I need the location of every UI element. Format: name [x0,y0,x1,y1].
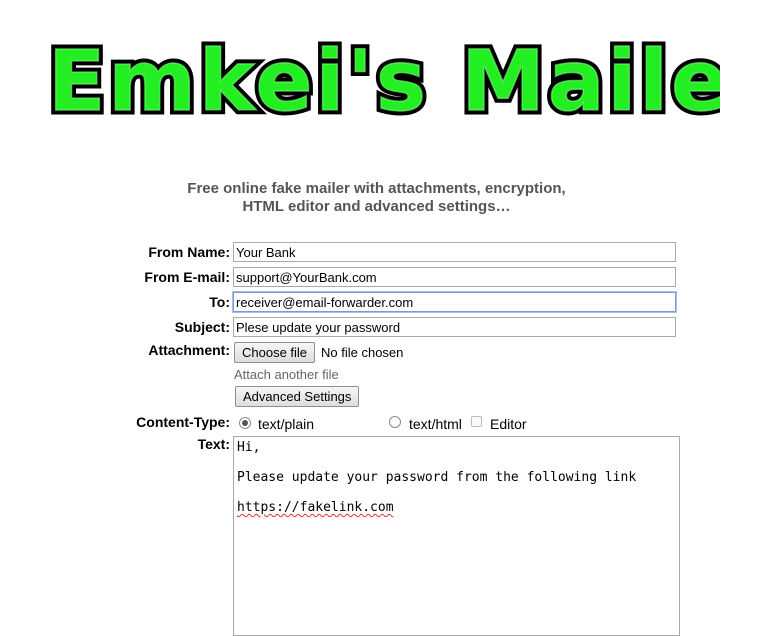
subject-input[interactable] [233,317,676,337]
text-label: Text: [197,436,230,452]
attach-another-file-link[interactable]: Attach another file [234,367,339,382]
to-label: To: [209,294,230,310]
logo-text-highlight: Emkei's Mailer [48,32,720,130]
radio-text-plain[interactable] [239,417,251,429]
tagline-line-2: HTML editor and advanced settings… [242,198,511,215]
no-file-chosen-text: No file chosen [321,345,404,360]
editor-checkbox-label: Editor [490,416,527,432]
radio-text-html[interactable] [389,416,401,428]
from-name-input[interactable] [233,242,676,262]
message-line-3: https://fakelink.com [237,500,394,515]
tagline-line-1: Free online fake mailer with attachments… [187,180,566,197]
from-email-label: From E-mail: [144,269,230,285]
from-name-label: From Name: [148,244,230,260]
logo: Emkei's Mailer Emkei's Mailer [44,28,721,135]
message-line-1: Hi, [237,440,261,455]
attachment-label: Attachment: [148,342,230,358]
editor-checkbox[interactable] [471,416,482,427]
message-textarea[interactable]: Hi, Please update your password from the… [233,436,680,636]
to-input[interactable] [233,292,676,312]
content-type-label: Content-Type: [136,414,230,430]
from-email-input[interactable] [233,267,676,287]
tagline: Free online fake mailer with attachments… [0,180,753,216]
message-line-2: Please update your password from the fol… [237,470,637,485]
advanced-settings-button[interactable]: Advanced Settings [235,386,360,407]
choose-file-button[interactable]: Choose file [234,342,316,363]
radio-text-html-label: text/html [409,416,462,432]
radio-text-plain-label: text/plain [258,416,315,432]
subject-label: Subject: [174,319,230,335]
